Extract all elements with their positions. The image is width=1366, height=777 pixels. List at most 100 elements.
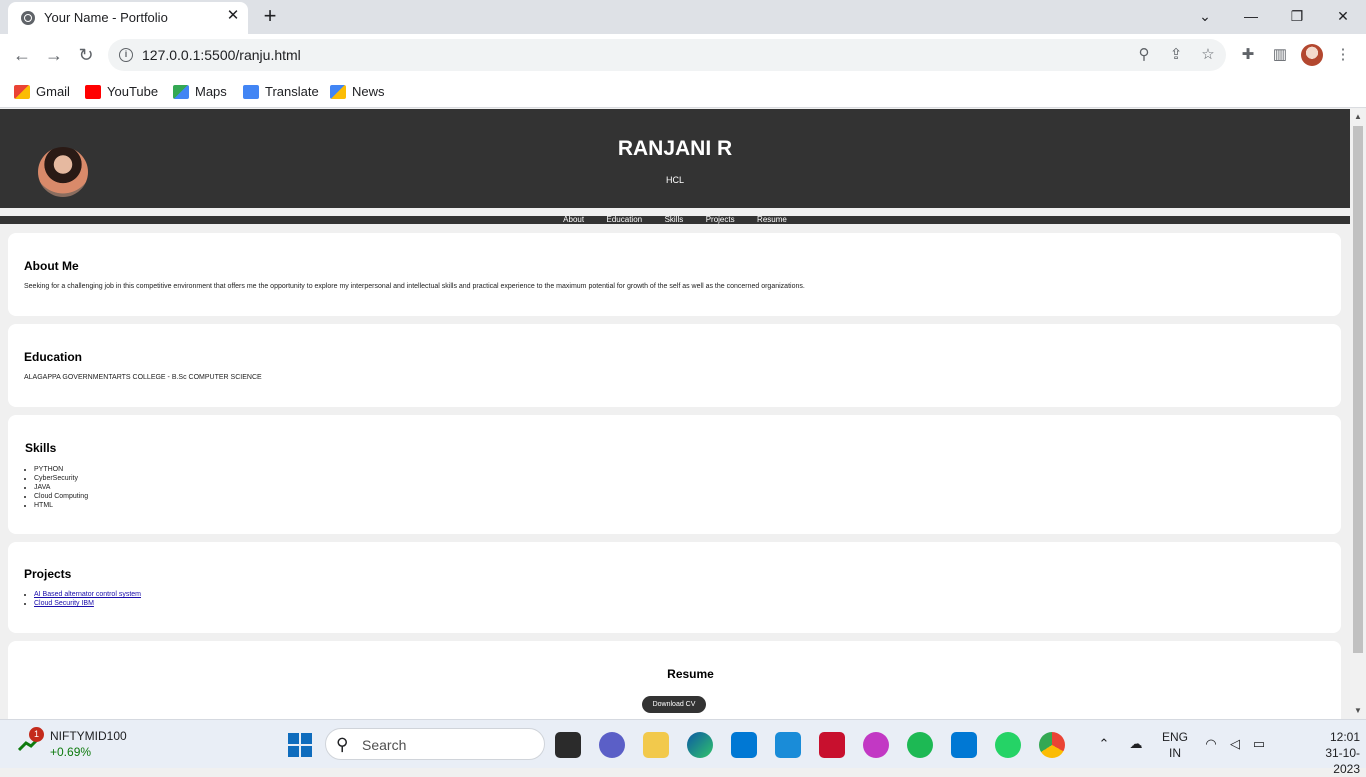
site-nav: About Education Skills Projects Resume xyxy=(0,216,1350,224)
projects-title: Projects xyxy=(24,567,72,581)
page-scrollbar[interactable]: ▲ ▼ xyxy=(1350,109,1366,719)
projects-list: AI Based alternator control system Cloud… xyxy=(24,590,141,608)
stock-change[interactable]: +0.69% xyxy=(50,745,91,759)
forward-button[interactable]: → xyxy=(43,44,65,66)
bookmarks-bar: Gmail YouTube Maps Translate News xyxy=(0,76,1366,108)
back-button[interactable]: ← xyxy=(11,44,33,66)
taskbar-search-placeholder: Search xyxy=(362,737,407,753)
wifi-icon[interactable]: ◠ xyxy=(1202,735,1220,753)
nav-link-skills[interactable]: Skills xyxy=(665,216,684,224)
close-tab-icon[interactable]: ✕ xyxy=(225,8,241,24)
site-name: RANJANI R xyxy=(617,137,733,160)
skills-list: PYTHON CyberSecurity JAVA Cloud Computin… xyxy=(24,465,88,510)
share-icon[interactable]: ⇪ xyxy=(1167,46,1185,64)
zoom-icon[interactable]: ⚲ xyxy=(1135,46,1153,64)
tab-strip: Your Name - Portfolio ✕ + ⌄ — ❐ ✕ xyxy=(0,0,1366,34)
minimize-button[interactable]: — xyxy=(1241,6,1261,26)
battery-icon[interactable]: ▭ xyxy=(1250,735,1268,753)
tab-title: Your Name - Portfolio xyxy=(44,10,168,25)
volume-icon[interactable]: ◁ xyxy=(1226,735,1244,753)
bookmark-youtube[interactable]: YouTube xyxy=(85,82,158,102)
vscode-icon[interactable] xyxy=(951,732,977,758)
tab-search-icon[interactable]: ⌄ xyxy=(1195,6,1215,26)
new-tab-button[interactable]: + xyxy=(258,5,282,29)
l-app-icon[interactable] xyxy=(775,732,801,758)
skill-item: Cloud Computing xyxy=(34,492,88,501)
resume-title: Resume xyxy=(667,667,714,681)
skill-item: JAVA xyxy=(34,483,88,492)
skill-item: PYTHON xyxy=(34,465,88,474)
skill-item: HTML xyxy=(34,501,88,510)
maps-icon xyxy=(173,85,189,99)
skills-section: Skills PYTHON CyberSecurity JAVA Cloud C… xyxy=(8,415,1341,534)
translate-icon xyxy=(243,85,259,99)
bookmark-maps[interactable]: Maps xyxy=(173,82,227,102)
info-icon[interactable]: i xyxy=(119,48,133,62)
download-cv-button[interactable]: Download CV xyxy=(642,696,706,713)
onedrive-icon[interactable]: ☁ xyxy=(1126,735,1146,753)
whatsapp-icon[interactable] xyxy=(995,732,1021,758)
edge-icon[interactable] xyxy=(687,732,713,758)
windows-start-icon[interactable] xyxy=(288,733,312,757)
nav-link-education[interactable]: Education xyxy=(607,216,643,224)
scroll-up-icon[interactable]: ▲ xyxy=(1354,113,1362,121)
education-text: ALAGAPPA GOVERNMENTARTS COLLEGE - B.Sc C… xyxy=(24,374,262,381)
teams-icon[interactable] xyxy=(599,732,625,758)
scroll-down-icon[interactable]: ▼ xyxy=(1354,707,1362,715)
taskbar-search[interactable]: ⚲ Search xyxy=(325,728,545,760)
about-section: About Me Seeking for a challenging job i… xyxy=(8,233,1341,316)
spotify-icon[interactable] xyxy=(907,732,933,758)
gmail-icon xyxy=(14,85,30,99)
skill-item: CyberSecurity xyxy=(34,474,88,483)
restore-button[interactable]: ❐ xyxy=(1287,6,1307,26)
youtube-icon xyxy=(85,85,101,99)
task-view-icon[interactable] xyxy=(555,732,581,758)
file-explorer-icon[interactable] xyxy=(643,732,669,758)
taskbar: 1 NIFTYMID100 +0.69% ⚲ Search ⌃ ☁ ENG IN… xyxy=(0,719,1366,776)
chrome-icon[interactable] xyxy=(1039,732,1065,758)
clock-date: 31-10-2023 xyxy=(1325,746,1360,776)
bookmark-star-icon[interactable]: ☆ xyxy=(1199,46,1217,64)
menu-icon[interactable]: ⋮ xyxy=(1333,45,1353,65)
education-title: Education xyxy=(24,350,83,364)
scroll-thumb[interactable] xyxy=(1353,126,1363,653)
side-panel-icon[interactable]: ▥ xyxy=(1270,45,1290,65)
wps-icon[interactable] xyxy=(863,732,889,758)
profile-avatar[interactable] xyxy=(1301,44,1323,66)
bookmark-gmail[interactable]: Gmail xyxy=(14,82,70,102)
bookmark-translate[interactable]: Translate xyxy=(243,82,319,102)
notification-badge: 1 xyxy=(29,727,44,742)
reload-button[interactable]: ↻ xyxy=(75,44,97,66)
nav-link-projects[interactable]: Projects xyxy=(706,216,735,224)
clock[interactable]: 12:01 31-10-2023 xyxy=(1300,729,1360,777)
close-window-button[interactable]: ✕ xyxy=(1333,6,1353,26)
page-viewport: RANJANI R HCL About Education Skills Pro… xyxy=(0,109,1350,719)
project-link[interactable]: AI Based alternator control system xyxy=(34,591,141,598)
project-item: Cloud Security IBM xyxy=(34,599,141,608)
url-text[interactable]: 127.0.0.1:5500/ranju.html xyxy=(142,47,301,63)
projects-section: Projects AI Based alternator control sys… xyxy=(8,542,1341,633)
search-icon: ⚲ xyxy=(336,735,349,754)
extensions-icon[interactable]: ✚ xyxy=(1238,45,1258,65)
skills-title: Skills xyxy=(25,441,57,455)
news-icon xyxy=(330,85,346,99)
nav-link-about[interactable]: About xyxy=(563,216,584,224)
about-title: About Me xyxy=(24,259,79,273)
globe-icon xyxy=(21,11,35,25)
resume-section: Resume Download CV xyxy=(8,641,1341,719)
show-hidden-icons-icon[interactable]: ⌃ xyxy=(1096,735,1112,753)
address-bar[interactable]: i 127.0.0.1:5500/ranju.html ⚲ ⇪ ☆ xyxy=(108,39,1226,71)
nav-link-resume[interactable]: Resume xyxy=(757,216,787,224)
site-header: RANJANI R HCL xyxy=(0,109,1350,208)
mcafee-icon[interactable] xyxy=(819,732,845,758)
browser-tab[interactable]: Your Name - Portfolio ✕ xyxy=(8,2,248,34)
bookmark-news[interactable]: News xyxy=(330,82,385,102)
about-text: Seeking for a challenging job in this co… xyxy=(24,283,805,290)
project-item: AI Based alternator control system xyxy=(34,590,141,599)
browser-toolbar: ← → ↻ i 127.0.0.1:5500/ranju.html ⚲ ⇪ ☆ … xyxy=(0,34,1366,76)
store-icon[interactable] xyxy=(731,732,757,758)
education-section: Education ALAGAPPA GOVERNMENTARTS COLLEG… xyxy=(8,324,1341,407)
stock-name[interactable]: NIFTYMID100 xyxy=(50,729,127,743)
language-indicator[interactable]: ENG IN xyxy=(1160,729,1190,761)
project-link[interactable]: Cloud Security IBM xyxy=(34,600,94,607)
